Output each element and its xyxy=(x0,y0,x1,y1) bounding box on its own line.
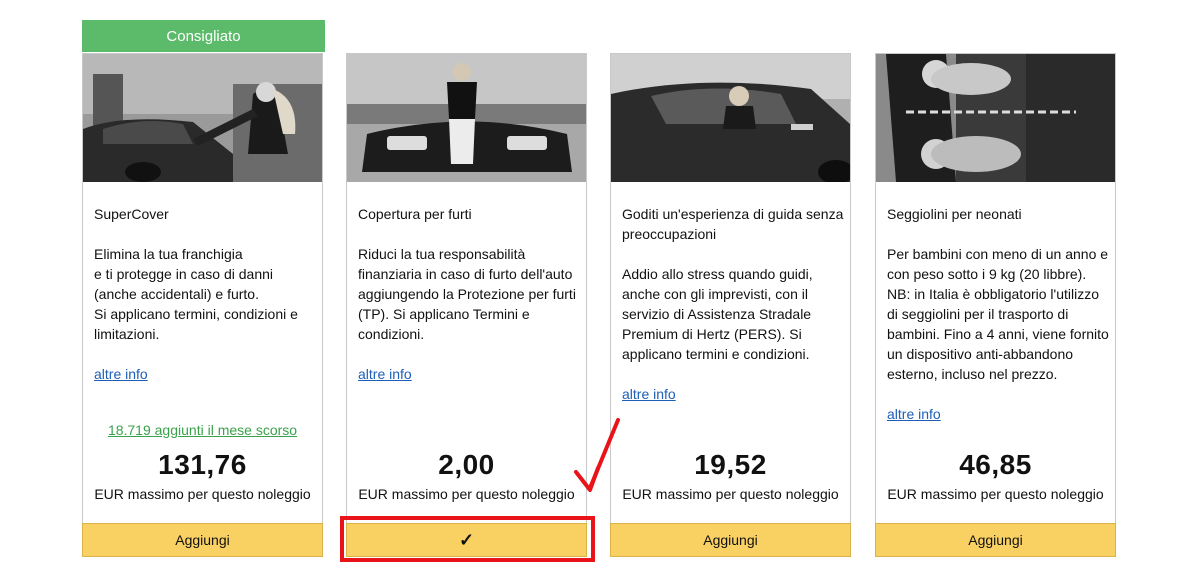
addon-card-supercover: SuperCover Elimina la tua franchigia e t… xyxy=(82,53,323,557)
card-title: SuperCover xyxy=(94,206,169,222)
card-body: Goditi un'esperienza di guida senza preo… xyxy=(622,204,844,404)
more-info-link[interactable]: altre info xyxy=(622,384,676,404)
social-proof-text: 18.719 aggiunti il mese scorso xyxy=(107,422,298,438)
card-body: Seggiolini per neonati Per bambini con m… xyxy=(887,204,1109,424)
card-photo xyxy=(611,54,850,182)
card-photo xyxy=(876,54,1115,182)
addon-card-roadside-assistance: Goditi un'esperienza di guida senza preo… xyxy=(610,53,851,557)
card-photo xyxy=(347,54,586,182)
annotation-highlight-box xyxy=(340,516,595,562)
price-value: 131,76 xyxy=(158,449,247,480)
price-note: EUR massimo per questo noleggio xyxy=(358,486,575,502)
annotation-arrow-icon xyxy=(574,418,620,492)
price-value: 2,00 xyxy=(438,449,495,480)
more-info-link[interactable]: altre info xyxy=(94,364,148,384)
more-info-link[interactable]: altre info xyxy=(887,404,941,424)
recommended-badge: Consigliato xyxy=(82,20,325,52)
card-description: Riduci la tua responsabilità finanziaria… xyxy=(358,246,576,342)
card-title: Copertura per furti xyxy=(358,206,472,222)
card-description: Per bambini con meno di un anno e con pe… xyxy=(887,246,1109,382)
price-note: EUR massimo per questo noleggio xyxy=(622,486,839,502)
price-value: 19,52 xyxy=(694,449,767,480)
more-info-link[interactable]: altre info xyxy=(358,364,412,384)
card-title: Goditi un'esperienza di guida senza preo… xyxy=(622,206,844,242)
addon-card-baby-seats: Seggiolini per neonati Per bambini con m… xyxy=(875,53,1116,557)
card-body: SuperCover Elimina la tua franchigia e t… xyxy=(94,204,316,384)
price-note: EUR massimo per questo noleggio xyxy=(887,486,1104,502)
add-button[interactable]: Aggiungi xyxy=(82,523,323,557)
card-body: Copertura per furti Riduci la tua respon… xyxy=(358,204,580,384)
price-note: EUR massimo per questo noleggio xyxy=(94,486,311,502)
price-value: 46,85 xyxy=(959,449,1032,480)
card-photo xyxy=(83,54,322,182)
card-title: Seggiolini per neonati xyxy=(887,206,1022,222)
card-description: Elimina la tua franchigia e ti protegge … xyxy=(94,246,298,342)
add-button[interactable]: Aggiungi xyxy=(875,523,1116,557)
addon-card-theft-protection: Copertura per furti Riduci la tua respon… xyxy=(346,53,587,557)
add-button[interactable]: Aggiungi xyxy=(610,523,851,557)
card-description: Addio allo stress quando guidi, anche co… xyxy=(622,266,813,362)
